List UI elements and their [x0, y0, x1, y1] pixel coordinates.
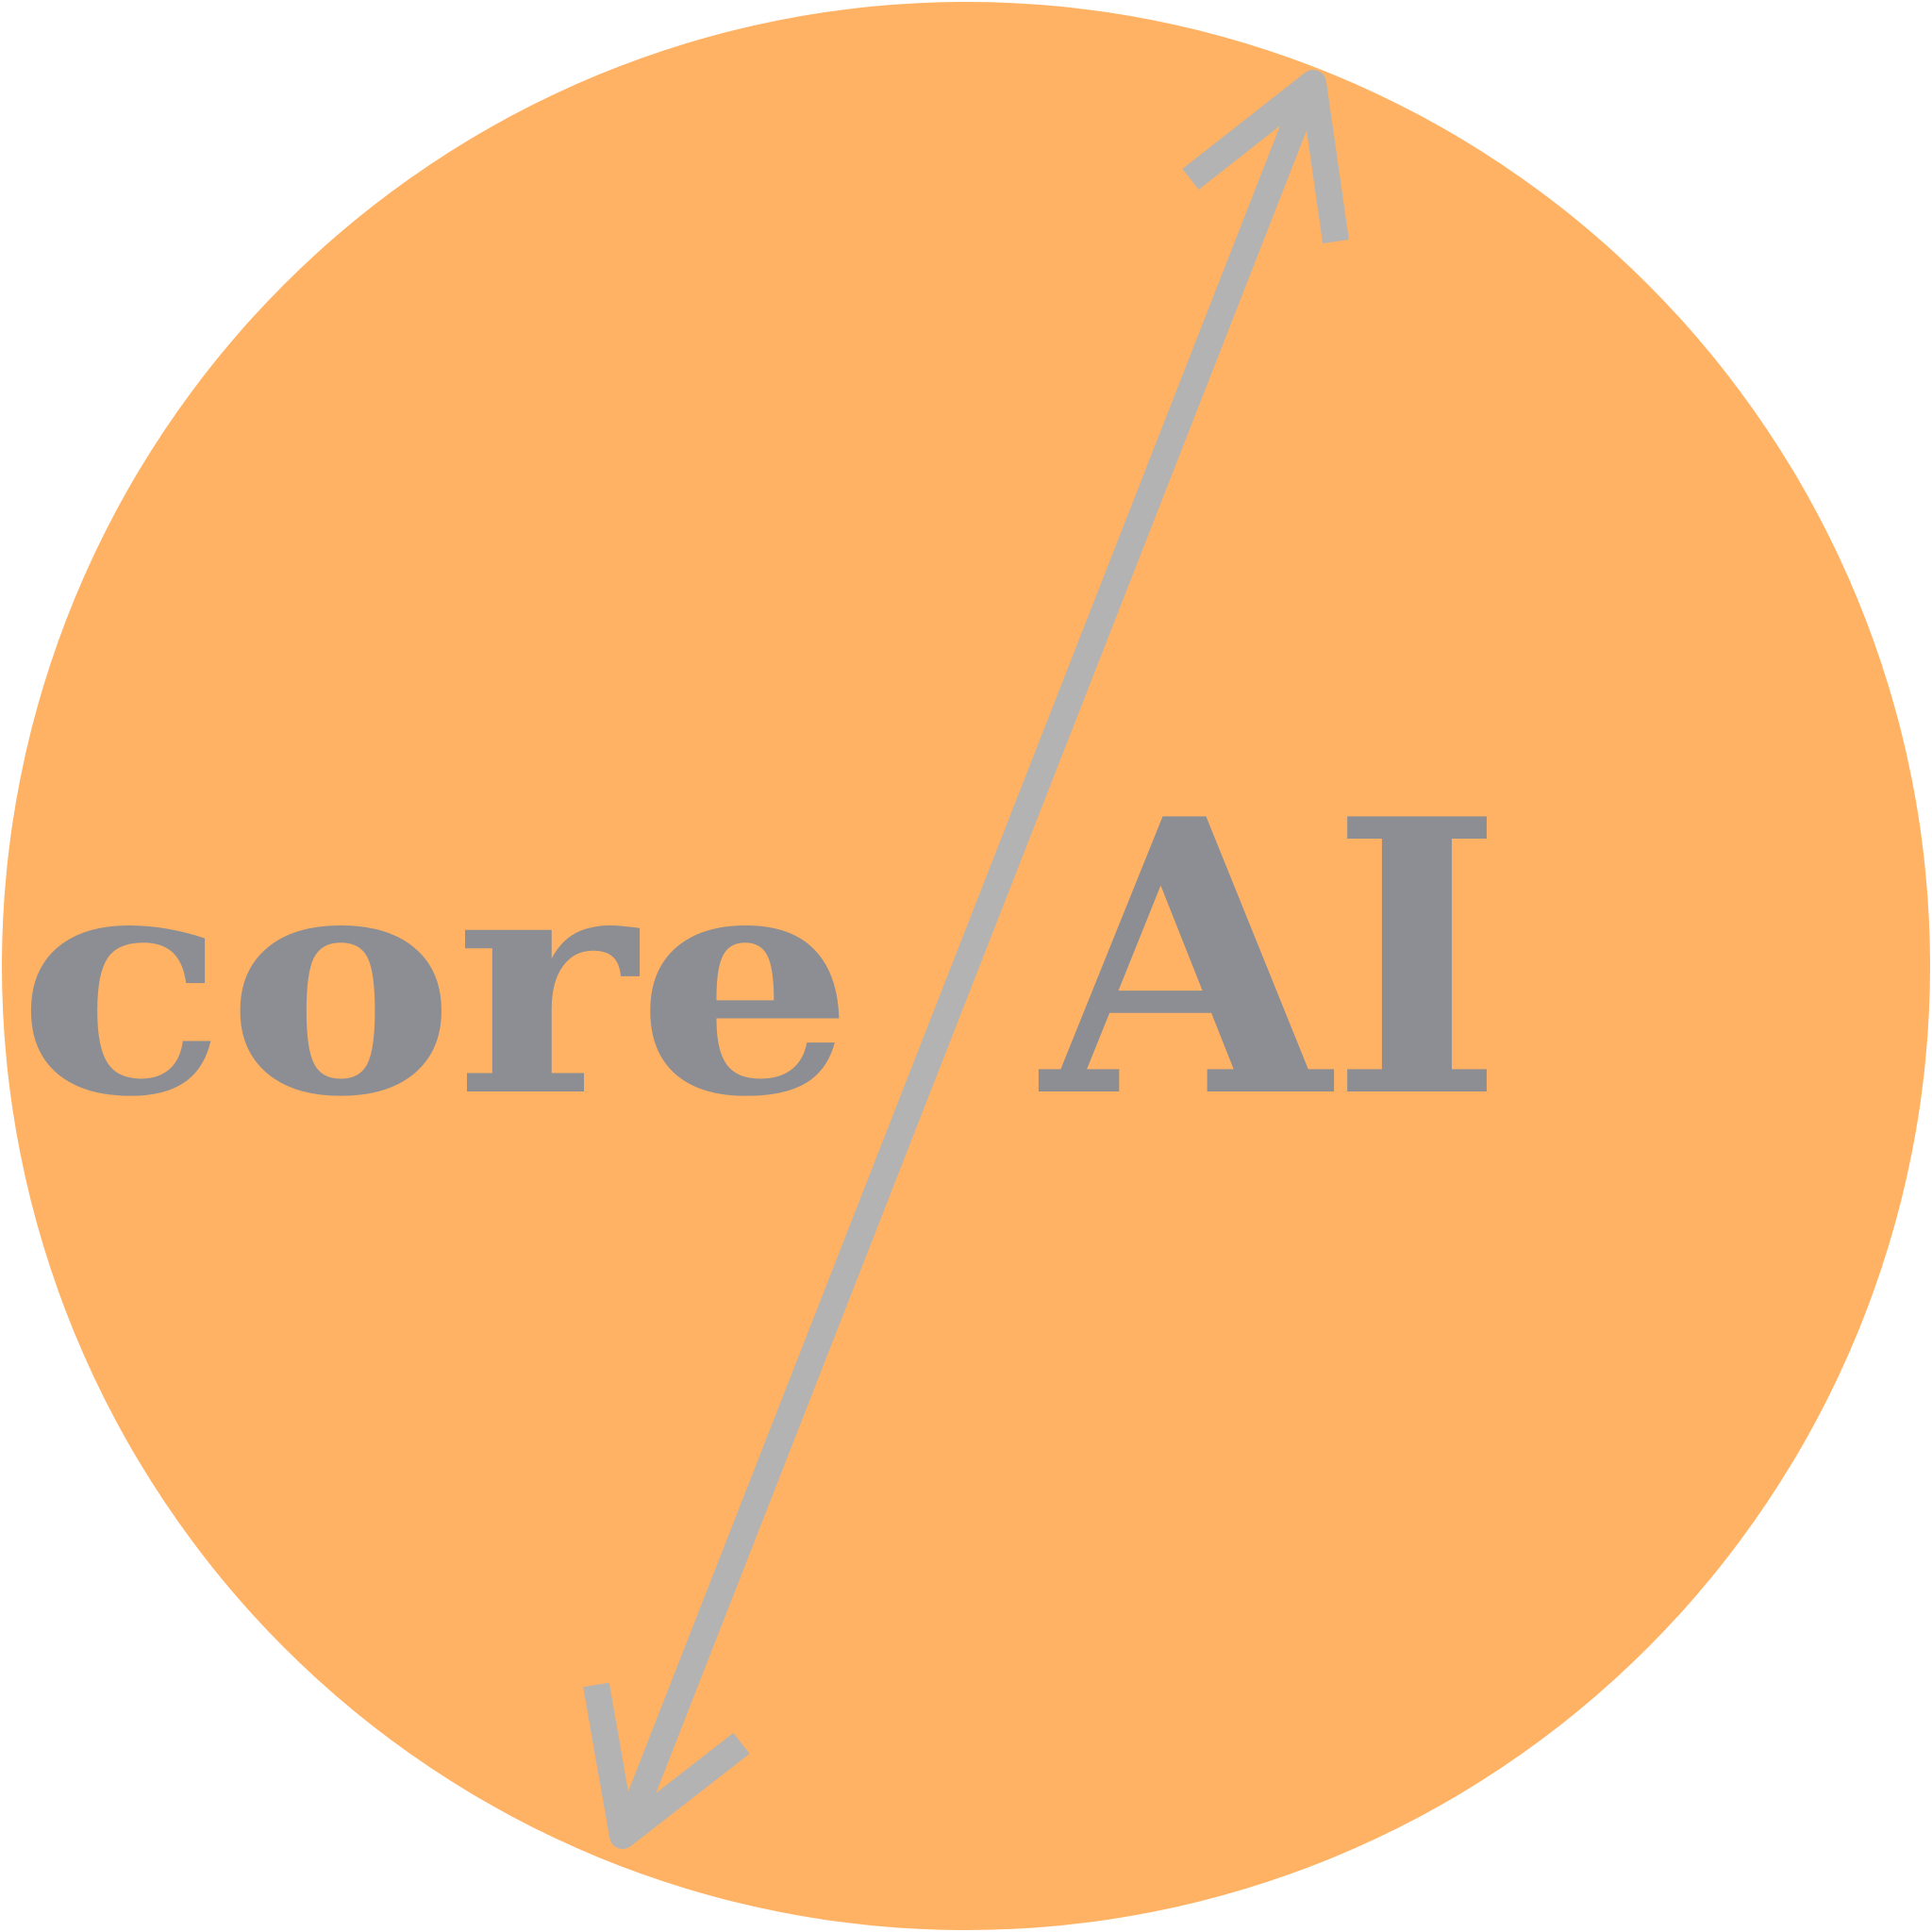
- core-ai-logo: core AI: [2, 2, 1930, 1930]
- wordmark-core: core: [17, 799, 855, 1165]
- logo-canvas: core AI: [0, 0, 1932, 1932]
- wordmark-ai: AI: [1036, 738, 1504, 1181]
